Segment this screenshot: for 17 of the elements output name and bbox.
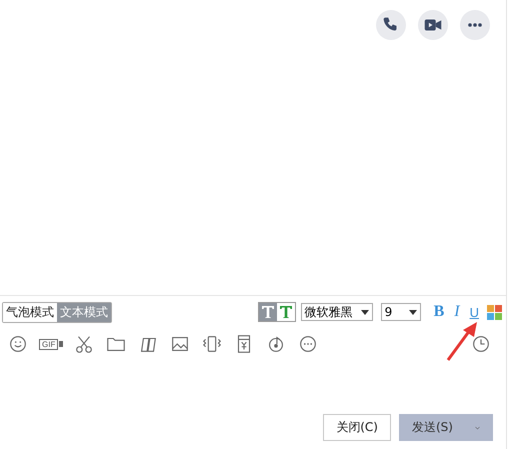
annotation-arrow — [446, 322, 477, 361]
caret-icon — [474, 424, 480, 430]
phone-button[interactable] — [376, 10, 406, 40]
history-clock-icon[interactable] — [470, 333, 492, 355]
font-dropdown[interactable]: 微软雅黑 — [300, 303, 373, 321]
dropdown-icon — [408, 310, 417, 314]
shake-icon[interactable] — [201, 333, 224, 355]
plain-text-icon[interactable] — [258, 303, 277, 321]
close-button[interactable]: 关闭(C) — [323, 414, 391, 441]
more-button[interactable] — [460, 10, 490, 40]
size-dropdown[interactable]: 9 — [380, 303, 421, 321]
video-call-button[interactable] — [418, 10, 448, 40]
send-button[interactable]: 发送(S) — [399, 414, 493, 441]
color-palette-icon[interactable] — [487, 304, 502, 320]
emoji-icon[interactable] — [7, 333, 29, 355]
more-icon — [468, 23, 482, 27]
dropdown-icon — [360, 310, 369, 314]
